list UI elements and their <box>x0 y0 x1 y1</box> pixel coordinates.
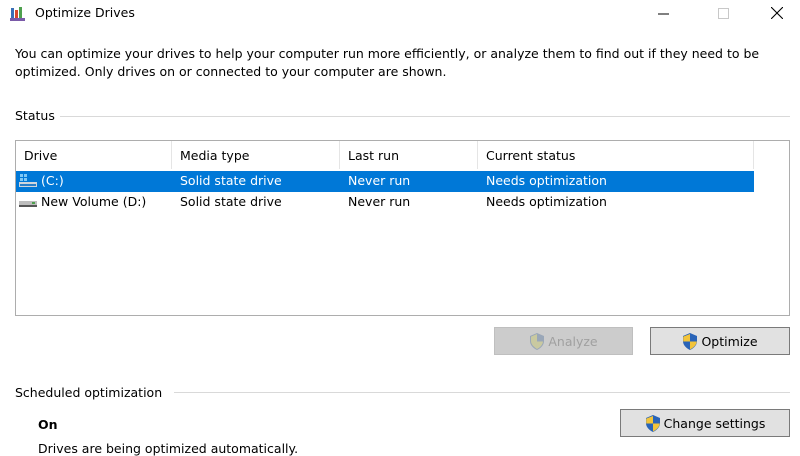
drive-name: (C:) <box>41 173 64 188</box>
maximize-button[interactable] <box>700 0 746 26</box>
defrag-app-icon <box>10 7 25 21</box>
window-title: Optimize Drives <box>35 5 135 20</box>
schedule-detail: Drives are being optimized automatically… <box>38 441 299 456</box>
analyze-button[interactable]: Analyze <box>494 327 633 355</box>
media-type: Solid state drive <box>180 173 282 188</box>
schedule-state: On <box>38 417 58 432</box>
title-bar[interactable]: Optimize Drives <box>0 0 800 26</box>
column-header-current-status[interactable]: Current status <box>478 141 754 169</box>
column-header-media-type[interactable]: Media type <box>172 141 340 169</box>
drive-list[interactable]: Drive Media type Last run Current status… <box>15 140 790 316</box>
maximize-icon <box>717 7 729 19</box>
uac-shield-icon <box>645 414 660 432</box>
minimize-button[interactable] <box>640 0 686 26</box>
drive-row-c[interactable]: (C:) Solid state drive Never run Needs o… <box>16 171 754 192</box>
column-header-drive[interactable]: Drive <box>16 141 172 169</box>
optimize-button[interactable]: Optimize <box>650 327 790 355</box>
change-settings-button[interactable]: Change settings <box>620 409 790 437</box>
last-run: Never run <box>348 194 411 209</box>
optimize-label: Optimize <box>701 333 758 349</box>
uac-shield-icon <box>530 332 545 350</box>
current-status: Needs optimization <box>486 194 607 209</box>
scheduled-label: Scheduled optimization <box>15 385 163 400</box>
last-run: Never run <box>348 173 411 188</box>
status-label: Status <box>15 108 55 123</box>
status-divider <box>60 116 790 117</box>
uac-shield-icon <box>683 332 698 350</box>
media-type: Solid state drive <box>180 194 282 209</box>
column-header-last-run[interactable]: Last run <box>340 141 478 169</box>
change-settings-label: Change settings <box>663 415 766 431</box>
analyze-label: Analyze <box>548 333 598 349</box>
current-status: Needs optimization <box>486 173 607 188</box>
scheduled-divider <box>174 392 790 393</box>
minimize-icon <box>657 13 669 14</box>
drive-name: New Volume (D:) <box>41 194 147 209</box>
drive-list-header: Drive Media type Last run Current status <box>16 141 754 169</box>
description-text: You can optimize your drives to help you… <box>15 46 760 79</box>
close-icon <box>771 7 783 19</box>
close-button[interactable] <box>754 0 800 26</box>
drive-row-d[interactable]: New Volume (D:) Solid state drive Never … <box>16 192 754 213</box>
